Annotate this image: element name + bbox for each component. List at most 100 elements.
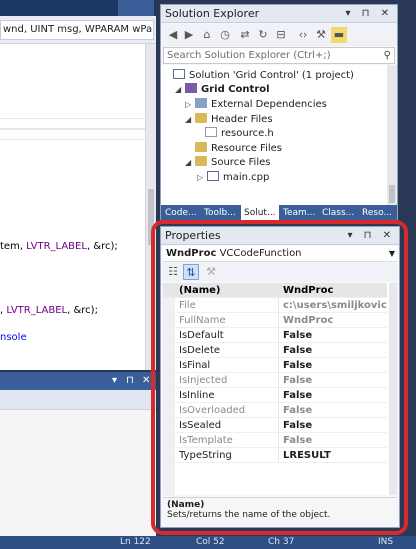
- function-dropdown[interactable]: wnd, UINT msg, WPARAM wPara: [0, 20, 154, 40]
- preview-selected-icon[interactable]: ▬: [331, 27, 347, 43]
- property-value[interactable]: False: [281, 343, 387, 358]
- property-value[interactable]: False: [281, 433, 387, 448]
- solution-explorer-title-bar[interactable]: Solution Explorer ▾ ⊓ ✕: [161, 5, 397, 23]
- panel-window-buttons[interactable]: ▾ ⊓ ✕: [347, 227, 395, 244]
- refresh-icon[interactable]: ↻: [255, 27, 271, 43]
- property-row-file[interactable]: Filec:\users\smiljkovic\docume: [163, 298, 387, 313]
- code-macro: LVTR_LABEL: [26, 241, 87, 252]
- property-row-isdefault[interactable]: IsDefault False: [163, 328, 387, 343]
- tab-toolbox[interactable]: Toolb...: [201, 205, 239, 221]
- scrollbar-thumb[interactable]: [148, 189, 154, 245]
- property-row-isfinal[interactable]: IsFinal False: [163, 358, 387, 373]
- tree-item-resource-files[interactable]: Resource Files: [195, 142, 282, 156]
- property-row-issealed[interactable]: IsSealed False: [163, 418, 387, 433]
- tree-item-header-files[interactable]: ◢ Header Files: [185, 113, 273, 127]
- solution-explorer-panel: Solution Explorer ▾ ⊓ ✕ ◀ ▶ ⌂ ◷ ⇄ ↻ ⊟ ‹›…: [160, 4, 398, 221]
- close-icon[interactable]: ✕: [142, 374, 150, 388]
- property-row-name[interactable]: (Name) WndProc: [163, 283, 387, 298]
- solution-search-input[interactable]: Search Solution Explorer (Ctrl+;) ⚲: [163, 47, 395, 64]
- solution-tree[interactable]: Solution 'Grid Control' (1 project) ◢ Gri…: [161, 65, 387, 205]
- editor-active-tab[interactable]: [118, 0, 154, 16]
- property-row-typestring[interactable]: TypeString LRESULT: [163, 448, 387, 463]
- property-name: IsDelete: [177, 343, 279, 358]
- panel-title: Properties: [165, 229, 221, 242]
- solution-tree-scrollbar[interactable]: [387, 65, 397, 205]
- properties-wrench-icon[interactable]: ⚒: [313, 27, 329, 43]
- expand-arrow-icon[interactable]: ◢: [185, 156, 195, 170]
- tab-resource-view[interactable]: Reso...: [359, 205, 395, 221]
- solution-explorer-tabs: Code... Toolb... Solut... Team... Class.…: [161, 205, 397, 221]
- dropdown-icon[interactable]: ▾: [112, 374, 117, 388]
- tree-item-label: Source Files: [211, 157, 271, 168]
- property-grid[interactable]: (Name)WndProc Filec:\users\smiljkovic\do…: [163, 283, 397, 495]
- tree-item-project[interactable]: ◢ Grid Control: [175, 83, 270, 97]
- property-value[interactable]: WndProc: [281, 283, 387, 298]
- pending-changes-icon[interactable]: ◷: [217, 27, 233, 43]
- tab-team-explorer[interactable]: Team...: [280, 205, 318, 221]
- object-type: VCCodeFunction: [219, 248, 302, 259]
- object-selector-dropdown[interactable]: WndProc VCCodeFunction ▼: [163, 246, 397, 262]
- home-icon[interactable]: ⌂: [199, 27, 215, 43]
- property-name: IsDefault: [177, 328, 279, 343]
- expand-arrow-icon[interactable]: ◢: [185, 113, 195, 127]
- editor-tab-strip[interactable]: [0, 0, 156, 16]
- view-code-icon[interactable]: ‹›: [295, 27, 311, 43]
- tab-code-definition[interactable]: Code...: [162, 205, 200, 221]
- tree-item-external-dependencies[interactable]: ▷ External Dependencies: [185, 98, 327, 112]
- tab-class-view[interactable]: Class...: [319, 205, 357, 221]
- property-value[interactable]: WndProc: [281, 313, 387, 328]
- back-icon[interactable]: ◀: [165, 27, 181, 43]
- panel-window-buttons[interactable]: ▾ ⊓ ✕: [345, 5, 393, 22]
- forward-icon[interactable]: ▶: [181, 27, 197, 43]
- property-value[interactable]: False: [281, 373, 387, 388]
- solution-icon: [173, 69, 185, 79]
- code-text: , &rc);: [67, 305, 98, 316]
- property-grid-scrollbar[interactable]: [389, 283, 397, 495]
- code-line[interactable]: tem, LVTR_LABEL, &rc);: [0, 240, 118, 253]
- property-row-fullname[interactable]: FullName WndProc: [163, 313, 387, 328]
- output-panel: ▾ ⊓ ✕: [0, 372, 156, 536]
- tree-item-solution[interactable]: Solution 'Grid Control' (1 project): [173, 69, 354, 83]
- pin-icon[interactable]: ⊓: [126, 374, 134, 388]
- property-value[interactable]: False: [281, 358, 387, 373]
- editor-scrollbar[interactable]: [145, 44, 156, 370]
- chevron-down-icon[interactable]: ▼: [389, 246, 395, 261]
- header-file-icon: [205, 127, 217, 137]
- property-row-isinjected[interactable]: IsInjected False: [163, 373, 387, 388]
- property-value[interactable]: False: [281, 388, 387, 403]
- scrollbar-thumb[interactable]: [389, 185, 395, 203]
- collapsed-arrow-icon[interactable]: ▷: [185, 98, 195, 112]
- property-row-isinline[interactable]: IsInline False: [163, 388, 387, 403]
- property-row-istemplate[interactable]: IsTemplate False: [163, 433, 387, 448]
- tab-solution-explorer[interactable]: Solut...: [241, 205, 279, 221]
- categorized-icon[interactable]: ☷: [165, 264, 181, 280]
- tree-item-source-files[interactable]: ◢ Source Files: [185, 156, 270, 170]
- property-row-isoverloaded[interactable]: IsOverloaded False: [163, 403, 387, 418]
- tree-item-resource-h[interactable]: resource.h: [205, 127, 274, 141]
- property-name: IsSealed: [177, 418, 279, 433]
- status-bar: Ln 122 Col 52 Ch 37 INS: [0, 536, 416, 549]
- code-line[interactable]: , LVTR_LABEL, &rc);: [0, 304, 98, 317]
- property-row-isdelete[interactable]: IsDelete False: [163, 343, 387, 358]
- property-value[interactable]: c:\users\smiljkovic\docume: [281, 298, 387, 313]
- property-value[interactable]: False: [281, 418, 387, 433]
- collapsed-arrow-icon[interactable]: ▷: [197, 171, 207, 185]
- properties-toolbar: ☷ ⇅ ⚒: [163, 263, 397, 281]
- property-pages-wrench-icon[interactable]: ⚒: [203, 264, 219, 280]
- properties-title-bar[interactable]: Properties ▾ ⊓ ✕: [161, 227, 399, 245]
- tree-item-main-cpp[interactable]: ▷ main.cpp: [197, 171, 269, 185]
- expand-arrow-icon[interactable]: ◢: [175, 83, 185, 97]
- sync-icon[interactable]: ⇄: [237, 27, 253, 43]
- property-name: IsInline: [177, 388, 279, 403]
- code-text: , &rc);: [86, 241, 118, 252]
- code-line[interactable]: nsole: [0, 331, 27, 344]
- alphabetical-icon[interactable]: ⇅: [183, 264, 199, 280]
- property-value[interactable]: False: [281, 328, 387, 343]
- property-value[interactable]: LRESULT: [281, 448, 387, 463]
- property-value[interactable]: False: [281, 403, 387, 418]
- output-panel-header[interactable]: ▾ ⊓ ✕: [0, 372, 156, 390]
- property-name: IsTemplate: [177, 433, 279, 448]
- collapse-all-icon[interactable]: ⊟: [273, 27, 289, 43]
- search-icon[interactable]: ⚲: [384, 48, 391, 63]
- code-editor[interactable]: wnd, UINT msg, WPARAM wPara tem, LVTR_LA…: [0, 0, 156, 370]
